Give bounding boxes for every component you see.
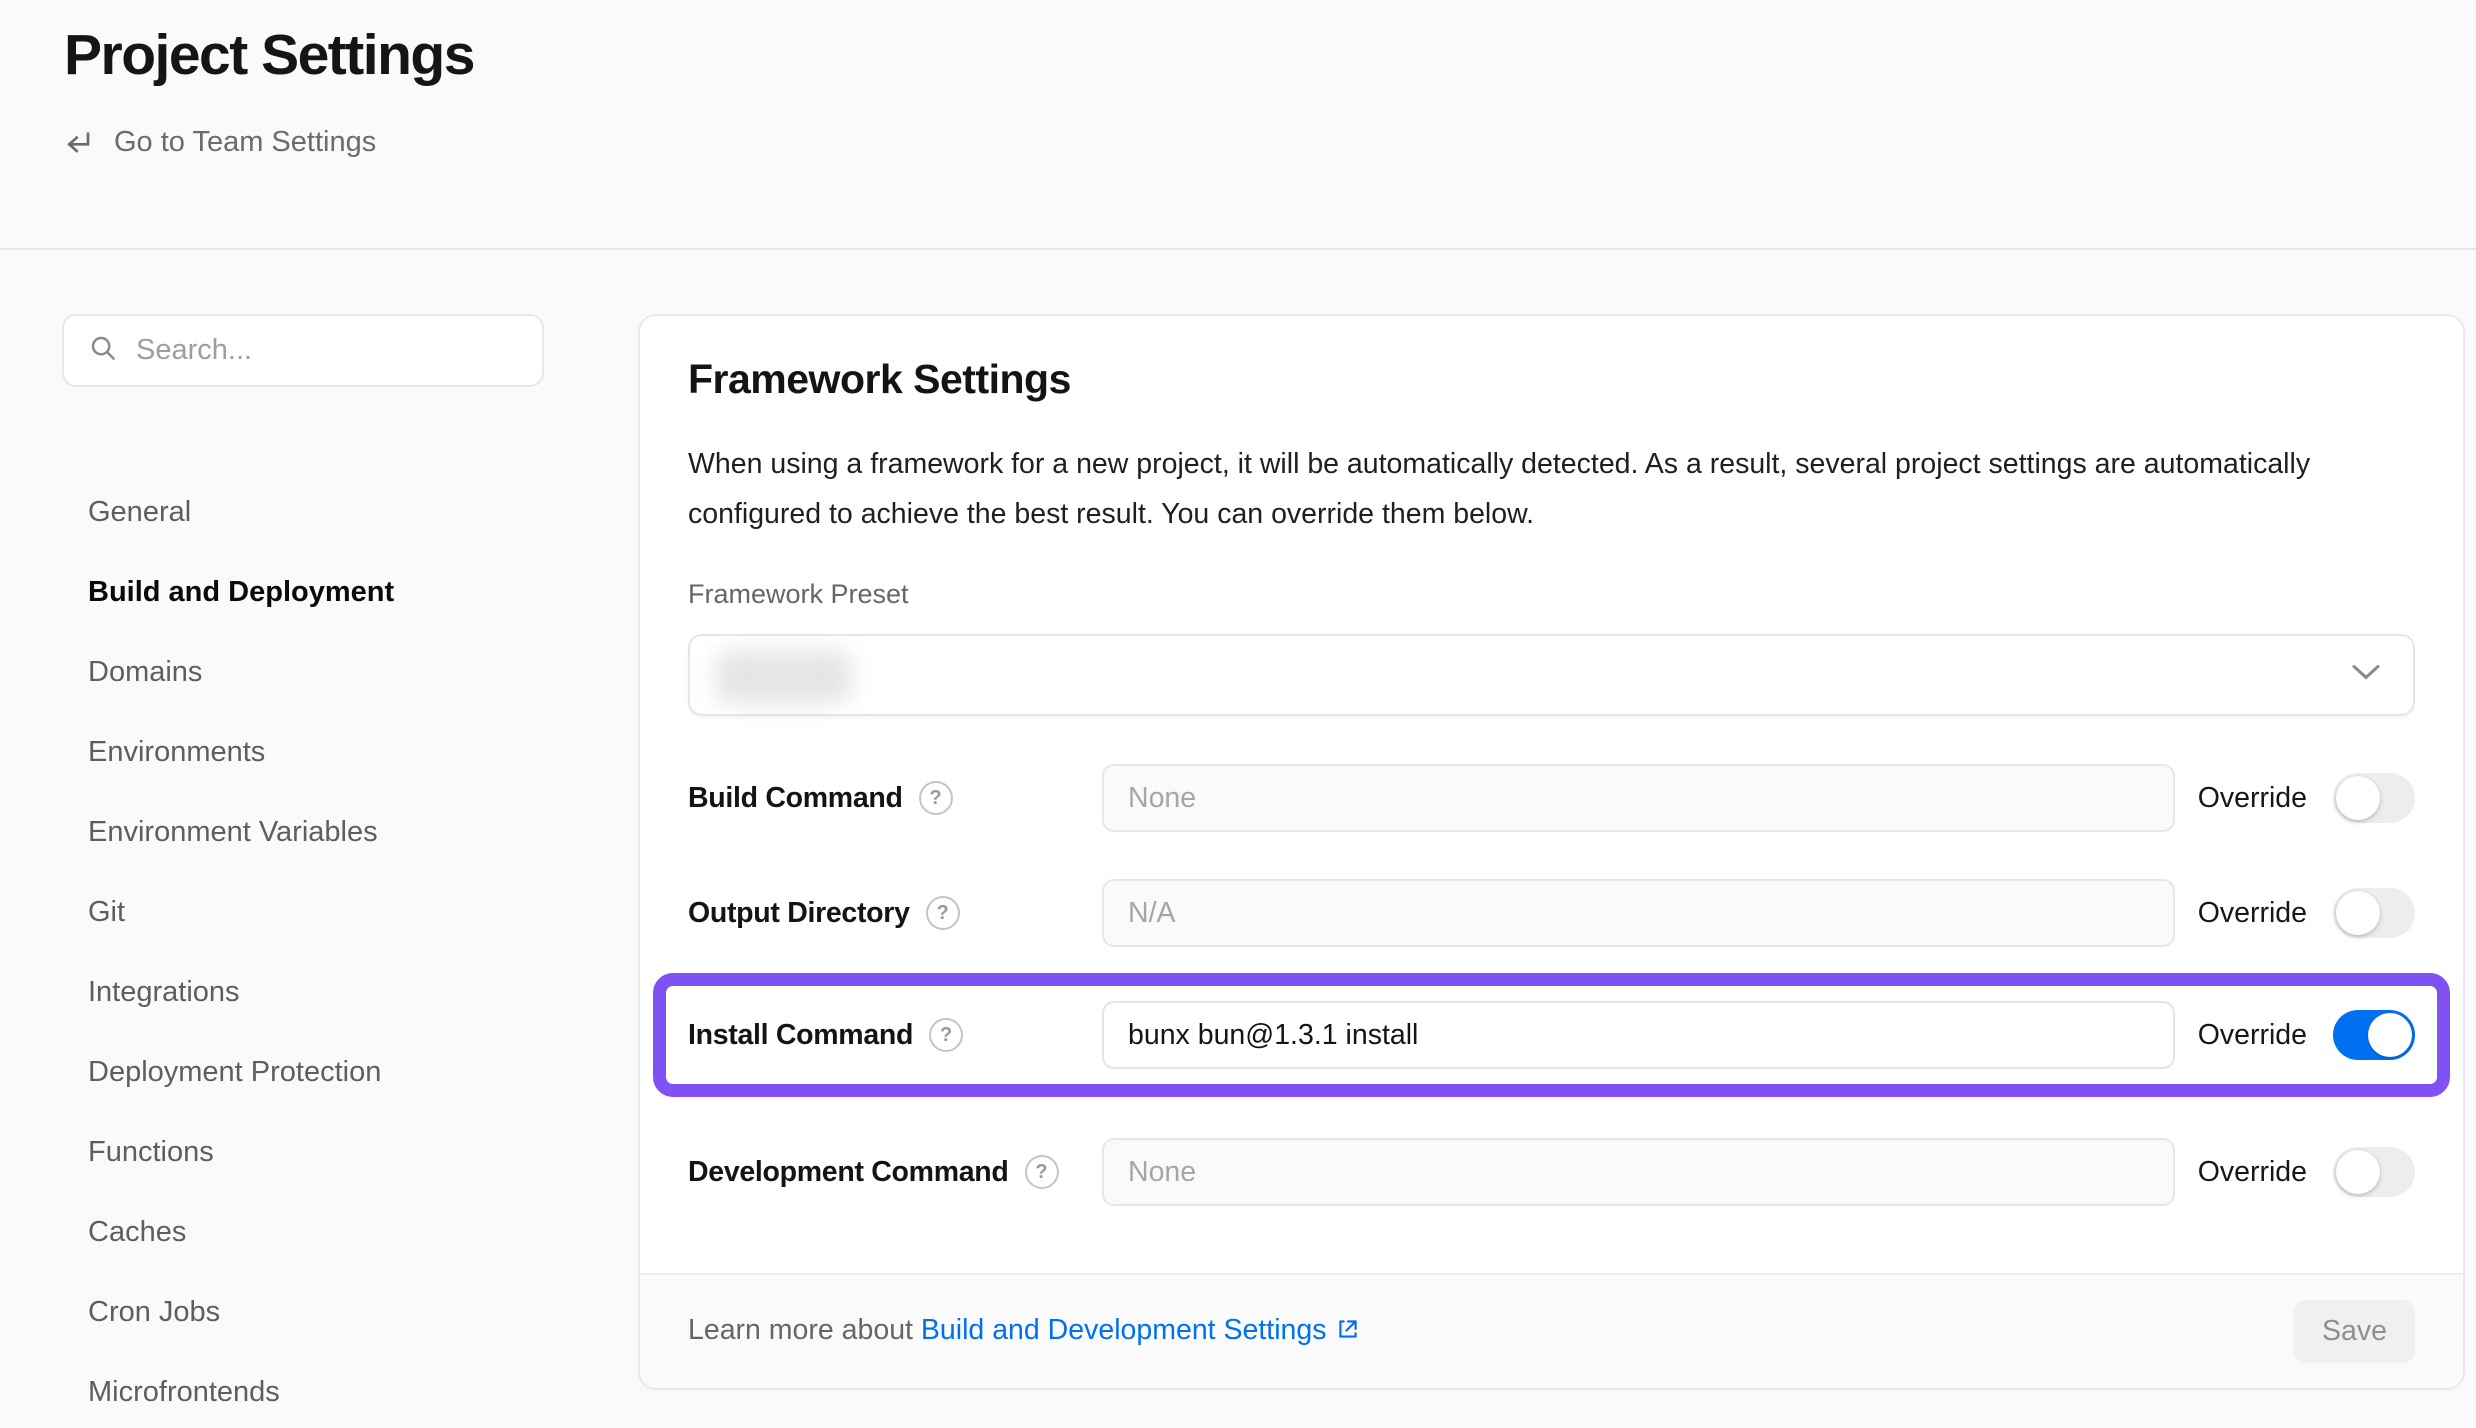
sidebar-item-integrations[interactable]: Integrations (62, 952, 544, 1032)
go-to-team-settings-link[interactable]: Go to Team Settings (64, 126, 376, 159)
build-command-label: Build Command (688, 782, 903, 815)
external-link-icon (1335, 1316, 1361, 1350)
sidebar-item-build-and-deployment[interactable]: Build and Deployment (62, 552, 544, 632)
framework-preset-value-redacted (716, 651, 851, 703)
build-and-development-settings-link[interactable]: Build and Development Settings (921, 1314, 1361, 1346)
card-title: Framework Settings (688, 356, 2415, 403)
development-command-input[interactable] (1102, 1138, 2175, 1206)
chevron-down-icon (2351, 664, 2381, 687)
card-description: When using a framework for a new project… (688, 439, 2388, 539)
sidebar-item-environments[interactable]: Environments (62, 712, 544, 792)
development-command-label: Development Command (688, 1156, 1009, 1189)
page-header: Project Settings Go to Team Settings (0, 0, 2476, 250)
build-command-override-toggle[interactable] (2333, 773, 2415, 823)
learn-more-link-label: Build and Development Settings (921, 1314, 1327, 1346)
build-command-input[interactable] (1102, 764, 2175, 832)
project-settings-page: Project Settings Go to Team Settings G (0, 0, 2476, 1428)
install-command-override-toggle[interactable] (2333, 1010, 2415, 1060)
sidebar-item-cron-jobs[interactable]: Cron Jobs (62, 1272, 544, 1352)
toggle-knob (2336, 891, 2380, 935)
settings-menu: General Build and Deployment Domains Env… (62, 472, 544, 1428)
back-link-label: Go to Team Settings (114, 126, 376, 159)
output-directory-row: Output Directory ? Override (688, 879, 2415, 947)
development-command-row: Development Command ? Override (688, 1138, 2415, 1206)
help-icon[interactable]: ? (1025, 1155, 1059, 1189)
sidebar-item-general[interactable]: General (62, 472, 544, 552)
build-command-row: Build Command ? Override (688, 764, 2415, 832)
override-label: Override (2198, 782, 2307, 815)
output-directory-label: Output Directory (688, 897, 910, 930)
sidebar-item-functions[interactable]: Functions (62, 1112, 544, 1192)
help-icon[interactable]: ? (929, 1018, 963, 1052)
back-arrow-icon (64, 127, 96, 159)
framework-preset-select[interactable] (688, 634, 2415, 716)
override-label: Override (2198, 897, 2307, 930)
sidebar-item-caches[interactable]: Caches (62, 1192, 544, 1272)
help-icon[interactable]: ? (926, 896, 960, 930)
override-label: Override (2198, 1156, 2307, 1189)
output-directory-override-toggle[interactable] (2333, 888, 2415, 938)
toggle-knob (2336, 1150, 2380, 1194)
sidebar-item-domains[interactable]: Domains (62, 632, 544, 712)
install-command-label: Install Command (688, 1019, 913, 1052)
learn-more-text: Learn more about Build and Development S… (688, 1314, 1361, 1350)
card-footer: Learn more about Build and Development S… (640, 1273, 2463, 1388)
output-directory-input[interactable] (1102, 879, 2175, 947)
save-button[interactable]: Save (2294, 1300, 2415, 1363)
settings-sidebar: General Build and Deployment Domains Env… (62, 314, 544, 1428)
override-label: Override (2198, 1019, 2307, 1052)
framework-preset-label: Framework Preset (688, 579, 2415, 610)
sidebar-item-environment-variables[interactable]: Environment Variables (62, 792, 544, 872)
help-icon[interactable]: ? (919, 781, 953, 815)
page-title: Project Settings (64, 22, 474, 88)
sidebar-item-git[interactable]: Git (62, 872, 544, 952)
install-command-row: Install Command ? Override (688, 1001, 2415, 1069)
toggle-knob (2336, 776, 2380, 820)
toggle-knob (2368, 1013, 2412, 1057)
framework-settings-card: Framework Settings When using a framewor… (638, 314, 2465, 1390)
search-icon (88, 333, 118, 368)
install-command-input[interactable] (1102, 1001, 2175, 1069)
search-input[interactable] (136, 334, 518, 367)
development-command-override-toggle[interactable] (2333, 1147, 2415, 1197)
learn-more-prefix: Learn more about (688, 1314, 913, 1346)
install-command-highlight: Install Command ? Override (653, 973, 2450, 1097)
sidebar-item-deployment-protection[interactable]: Deployment Protection (62, 1032, 544, 1112)
sidebar-search[interactable] (62, 314, 544, 387)
sidebar-item-microfrontends[interactable]: Microfrontends (62, 1352, 544, 1428)
